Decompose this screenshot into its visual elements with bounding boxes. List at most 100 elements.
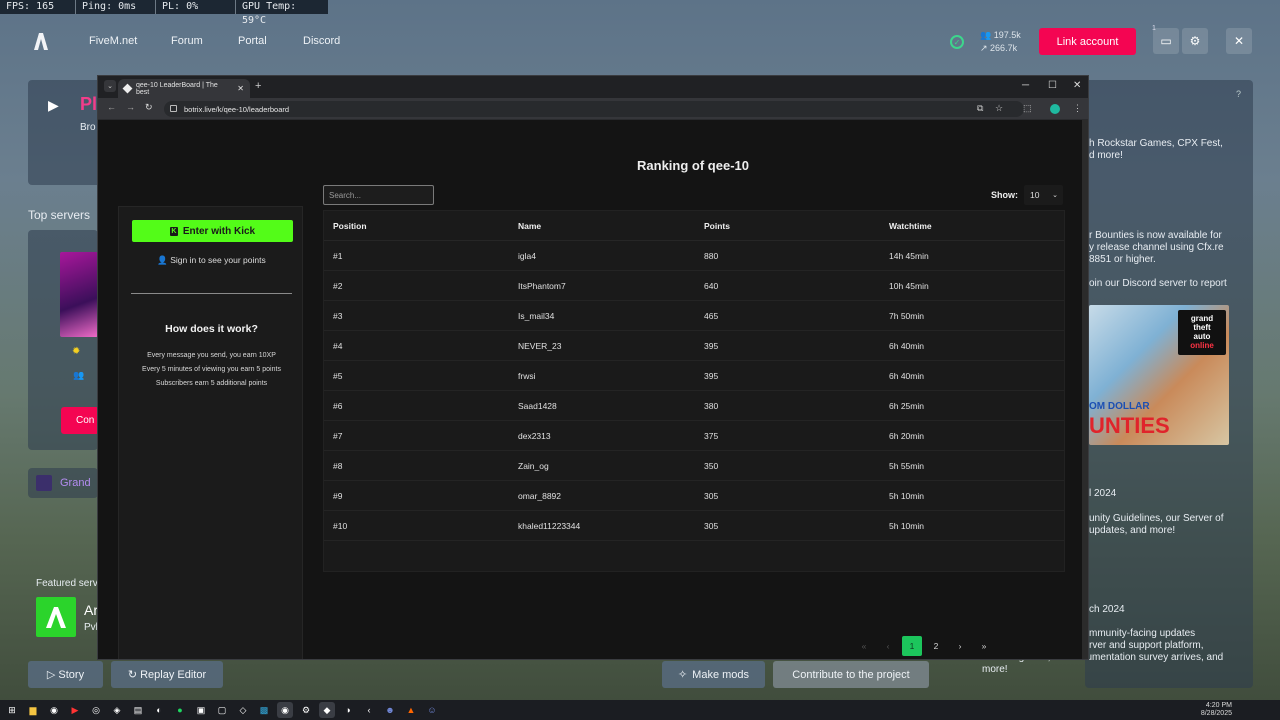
new-tab-icon[interactable]: + [255, 80, 261, 92]
watchtime-cell: 5h 10min [889, 490, 924, 501]
reload-icon[interactable]: ↻ [145, 102, 153, 113]
table-row: #9 omar_8892 305 5h 10min [324, 481, 1064, 511]
discord-alt-icon[interactable]: ☺ [424, 702, 440, 718]
scrollbar[interactable] [1082, 120, 1088, 659]
page-button[interactable]: 2 [926, 636, 946, 656]
search-input[interactable]: Search... [323, 185, 434, 205]
app-icon[interactable]: ▩ [256, 702, 272, 718]
chrome-active-icon[interactable]: ◉ [277, 702, 293, 718]
points-cell: 465 [704, 310, 719, 321]
close-icon[interactable]: ✕ [1226, 28, 1252, 54]
fivem-logo-icon[interactable] [30, 30, 52, 52]
position-cell: #10 [333, 520, 348, 531]
column-header[interactable]: Name [518, 211, 541, 240]
app-icon[interactable]: ◆ [319, 702, 335, 718]
show-label: Show: [991, 190, 1018, 200]
name-cell: Is_mail34 [518, 310, 555, 321]
youtube-icon[interactable]: ▶ [67, 702, 83, 718]
divider [131, 293, 292, 294]
app-icon[interactable]: ◎ [88, 702, 104, 718]
app-icon[interactable]: ◈ [109, 702, 125, 718]
replay-editor-button[interactable]: ↻ Replay Editor [111, 661, 223, 688]
system-clock[interactable]: 4:20 PM 8/28/2025 [1201, 702, 1232, 718]
last-page-icon[interactable]: » [974, 636, 994, 656]
toolbar: ← → ↻ botrix.live/k/qee-10/leaderboard ⧉… [98, 98, 1088, 120]
app-icon[interactable]: ▣ [193, 702, 209, 718]
contribute-button[interactable]: Contribute to the project [773, 661, 929, 688]
featured-server-logo-icon [46, 607, 66, 628]
column-header[interactable]: Position [333, 211, 367, 240]
position-cell: #1 [333, 250, 343, 261]
kick-app-icon[interactable]: ‹ [361, 702, 377, 718]
news-line-11: mmunity-facing updates [1089, 628, 1196, 639]
extensions-icon[interactable]: ⬚ [1023, 103, 1032, 114]
app-icon[interactable]: ▤ [130, 702, 146, 718]
app-icon[interactable]: ◇ [235, 702, 251, 718]
nav-discord[interactable]: Discord [303, 35, 340, 47]
bookmark-star-icon[interactable]: ☆ [995, 103, 1003, 114]
next-page-icon[interactable]: › [950, 636, 970, 656]
app-icon[interactable]: ◑ [340, 702, 356, 718]
featured-servers-label: Featured serv [36, 578, 98, 589]
discord-icon[interactable]: ☻ [382, 702, 398, 718]
nav-portal[interactable]: Portal [238, 35, 267, 47]
page-button[interactable]: 1 [902, 636, 922, 656]
tab-search-icon[interactable]: ⌄ [104, 80, 116, 92]
steam-icon[interactable]: ⚙ [298, 702, 314, 718]
points-cell: 380 [704, 400, 719, 411]
points-cell: 640 [704, 280, 719, 291]
maximize-icon[interactable]: ☐ [1048, 80, 1057, 91]
notifications-icon[interactable]: ▭ [1153, 28, 1179, 54]
position-cell: #5 [333, 370, 343, 381]
chrome-app-icon[interactable]: ◉ [46, 702, 62, 718]
kick-logo-icon: K [169, 226, 178, 236]
first-page-icon[interactable]: « [854, 636, 874, 656]
play-icon[interactable]: ▶ [48, 97, 59, 114]
spotify-icon[interactable]: ● [172, 702, 188, 718]
featured-server-logo[interactable] [36, 597, 76, 637]
points-cell: 350 [704, 460, 719, 471]
story-button[interactable]: ▷ Story [28, 661, 103, 688]
fivem-app-icon[interactable]: ▲ [403, 702, 419, 718]
site-info-icon[interactable] [170, 105, 177, 112]
enter-with-kick-button[interactable]: K Enter with Kick [132, 220, 293, 242]
translate-icon[interactable]: ⧉ [977, 103, 983, 114]
points-cell: 395 [704, 340, 719, 351]
address-bar[interactable]: botrix.live/k/qee-10/leaderboard [164, 101, 1024, 117]
column-header[interactable]: Points [704, 211, 730, 240]
sun-icon: ✹ [72, 346, 81, 357]
back-icon[interactable]: ← [107, 102, 116, 112]
tab-close-icon[interactable]: ✕ [237, 84, 244, 93]
file-explorer-icon[interactable]: ▆ [25, 702, 41, 718]
column-header[interactable]: Watchtime [889, 211, 932, 240]
profile-avatar[interactable] [1050, 104, 1060, 114]
start-icon[interactable]: ⊞ [4, 702, 20, 718]
connect-button[interactable]: Con [61, 407, 99, 434]
player-count-value: 197.5k [993, 30, 1021, 40]
page-size-select[interactable]: 10 ⌄ [1024, 185, 1063, 205]
table-row: #2 ItsPhantom7 640 10h 45min [324, 271, 1064, 301]
page-size-value: 10 [1030, 190, 1040, 200]
gear-icon[interactable]: ⚙ [1182, 28, 1208, 54]
nav-forum[interactable]: Forum [171, 35, 203, 47]
prev-page-icon[interactable]: ‹ [878, 636, 898, 656]
news-line-14: more! [982, 664, 1008, 675]
table-row: #3 Is_mail34 465 7h 50min [324, 301, 1064, 331]
position-cell: #3 [333, 310, 343, 321]
points-cell: 375 [704, 430, 719, 441]
window-close-icon[interactable]: ✕ [1073, 80, 1081, 91]
nav-fivem[interactable]: FiveM.net [89, 35, 137, 47]
make-mods-label: Make mods [692, 668, 750, 681]
menu-kebab-icon[interactable]: ⋮ [1073, 103, 1082, 114]
app-icon[interactable]: ◐ [151, 702, 167, 718]
make-mods-button[interactable]: ✧ Make mods [662, 661, 765, 688]
tab-leaderboard[interactable]: qee-10 LeaderBoard | The best ✕ [118, 79, 250, 98]
table-row: #6 Saad1428 380 6h 25min [324, 391, 1064, 421]
help-icon[interactable]: ? [1236, 89, 1241, 99]
server-logo [36, 475, 52, 491]
link-account-button[interactable]: Link account [1039, 28, 1136, 55]
sign-in-link[interactable]: 👤 Sign in to see your points [119, 255, 304, 266]
forward-icon[interactable]: → [126, 102, 135, 112]
minimize-icon[interactable]: ─ [1022, 80, 1029, 91]
app-icon[interactable]: ▢ [214, 702, 230, 718]
